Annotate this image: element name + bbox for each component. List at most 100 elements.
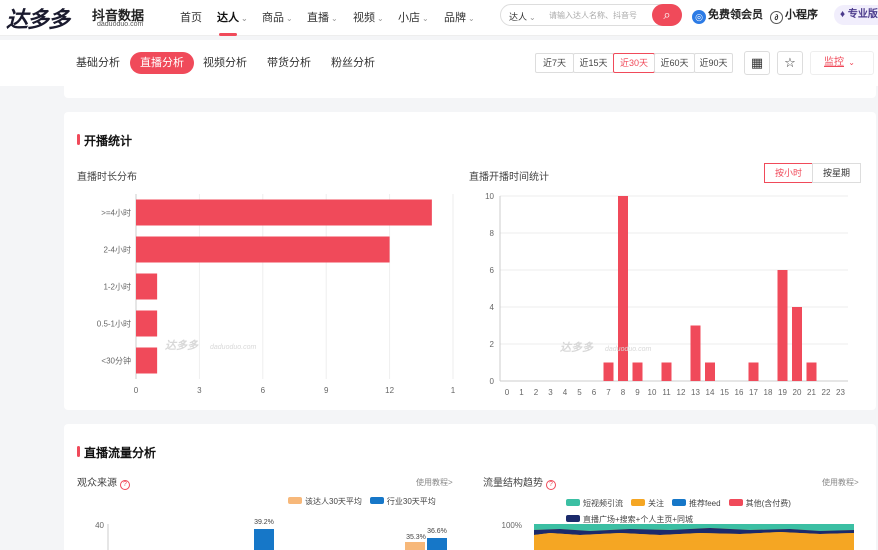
y-tick-label: 8 [490,229,495,238]
bar [690,325,701,381]
analysis-toolbar: 基础分析 直播分析 视频分析 带货分析 粉丝分析 近7天 近15天 近30天 近60天 近90天… [0,40,878,86]
tab[interactable]: 直播分析 [130,52,194,74]
toggle-by-week[interactable]: 按星期 [812,163,861,183]
x-tick-label: 5 [577,388,582,397]
bar [136,273,158,300]
bar-creator-avg [405,542,425,550]
legend-item: 短视频引流 [566,496,623,512]
chevron-down-icon: ⌄ [468,14,475,23]
bar [136,310,158,337]
legend-label: 推荐feed [689,499,721,508]
bar [705,362,715,381]
x-tick-label: 23 [836,388,845,397]
y-axis-top-label: 40 [95,521,104,530]
bar [603,362,614,381]
link-icon: ∂ [770,11,783,24]
legend-item: 其他(含付费) [728,496,791,512]
legend-item: 行业30天平均 [369,496,436,507]
help-icon[interactable]: ? [546,480,556,490]
mini-program-button[interactable]: ∂ 小程序 [770,6,818,24]
date-range-button[interactable]: 近7天 [535,53,574,73]
legend-swatch [728,499,743,506]
x-tick-label: 6 [261,386,266,395]
watermark-logo: 达多多 [165,339,199,352]
tab[interactable]: 基础分析 [66,52,130,74]
free-vip-button[interactable]: ◎ 免费领会员 [692,6,763,24]
legend-label: 短视频引流 [583,499,623,508]
nav-active-underline [219,33,237,36]
nav-item[interactable]: 达人 ⌄ [217,9,248,25]
nav-item[interactable]: 商品 ⌄ [262,9,293,25]
help-icon[interactable]: ? [120,480,130,490]
chevron-down-icon: ⌄ [529,13,536,22]
mini-program-label: 小程序 [785,9,818,21]
search-input[interactable] [549,8,645,23]
x-tick-label: 18 [764,388,773,397]
x-tick-label: 3 [197,386,202,395]
monitor-button[interactable]: 监控 ⌄ [810,51,874,75]
traffic-trend-title: 流量结构趋势? [483,474,556,490]
section-title-live-stats: 开播统计 [77,132,132,149]
favorite-button[interactable]: ☆ [777,51,803,75]
previous-card-bottom [64,86,876,98]
bar [792,307,802,381]
legend-swatch [369,497,384,504]
search-button[interactable]: ⌕ [652,4,682,26]
chevron-down-icon: ⌄ [846,58,855,67]
help-link-right[interactable]: 使用教程> [822,477,859,488]
x-tick-label: 20 [793,388,802,397]
traffic-trend-label: 流量结构趋势 [483,478,543,489]
y-category-label: <30分钟 [101,356,131,366]
nav-item[interactable]: 小店 ⌄ [398,9,429,25]
x-tick-label: 21 [807,388,816,397]
data-label: 36.6% [427,528,447,535]
tab[interactable]: 视频分析 [193,52,257,74]
watermark-url: daduoduo.com [605,346,651,353]
y-tick-label: 4 [490,303,495,312]
logo-url: daduoduo.com [97,21,144,28]
x-tick-label: 12 [677,388,686,397]
nav-item[interactable]: 直播 ⌄ [307,9,338,25]
legend-item: 关注 [631,496,664,512]
x-tick-label: 1 [451,386,456,395]
x-tick-label: 6 [592,388,597,397]
nav-item[interactable]: 视频 ⌄ [353,9,384,25]
legend-swatch [631,499,645,506]
nav-item-label: 首页 [180,12,202,24]
date-range-button[interactable]: 近90天 [694,53,733,73]
x-tick-label: 8 [621,388,626,397]
audience-source-chart: 40 39.2% 35.3% 36.6% [95,519,447,550]
x-tick-label: 3 [548,388,553,397]
start-time-chart: 02468100 1 2 3 4 5 6 7 8 9 10 11 12 13 14 15 16 17 18 19 20 2… [485,192,848,397]
bar [632,362,643,381]
tab[interactable]: 粉丝分析 [321,52,385,74]
date-range-button[interactable]: 近15天 [573,53,614,73]
x-tick-label: 22 [822,388,831,397]
bar [806,362,817,381]
x-tick-label: 11 [662,388,671,397]
y-tick-label: 6 [490,266,495,275]
nav-item-label: 达人 [217,12,239,24]
tab[interactable]: 带货分析 [257,52,321,74]
nav-item[interactable]: 品牌 ⌄ [444,9,475,25]
search-type-select[interactable]: 达人 ⌄ [509,10,536,23]
toggle-by-hour[interactable]: 按小时 [764,163,813,183]
date-range-button[interactable]: 近60天 [654,53,695,73]
nav-item-label: 品牌 [444,12,466,24]
pro-version-button[interactable]: ♦ 专业版 [834,5,878,25]
grid-icon: ▦ [750,55,764,70]
legend-swatch [288,497,302,504]
help-link-left[interactable]: 使用教程> [416,477,453,488]
nav-item[interactable]: 首页 [180,9,202,25]
diamond-icon: ♦ [840,9,848,20]
audience-source-label: 观众来源 [77,478,117,489]
grid-view-button[interactable]: ▦ [744,51,770,75]
y-tick-label: 2 [490,340,495,349]
search-icon: ⌕ [663,7,671,22]
chevron-down-icon: ⌄ [286,14,293,23]
x-tick-label: 2 [534,388,539,397]
date-range-button[interactable]: 近30天 [613,53,655,73]
traffic-trend-chart: 100% [502,521,854,550]
x-tick-label: 19 [778,388,787,397]
x-tick-label: 7 [606,388,611,397]
